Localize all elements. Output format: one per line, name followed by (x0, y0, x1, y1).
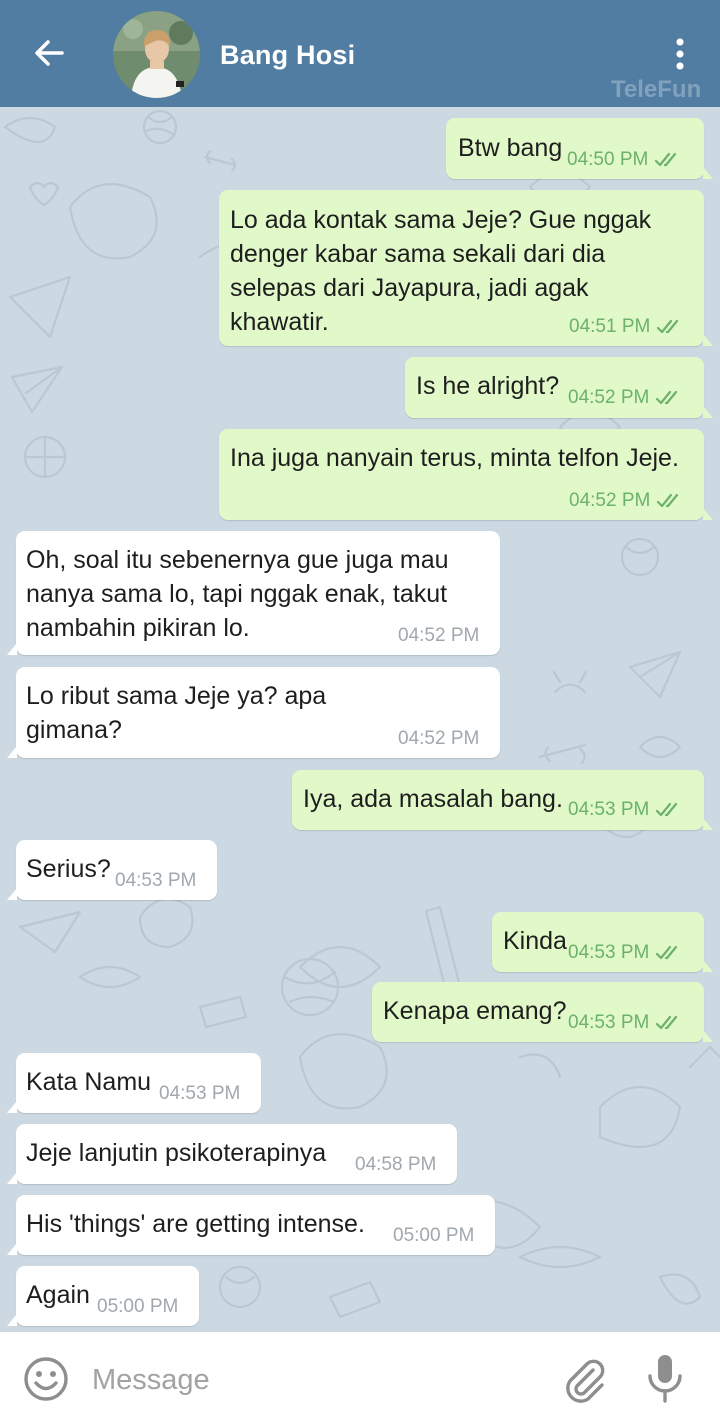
bubble-tail (7, 1101, 17, 1113)
bubble-tail (703, 818, 713, 830)
message-time: 04:51 PM (569, 310, 684, 344)
message-time: 04:52 PM (398, 625, 480, 646)
avatar-image (113, 11, 200, 98)
contact-name[interactable]: Bang Hosi (220, 40, 355, 71)
message-text: Btw bang (458, 134, 563, 162)
message-time: 04:58 PM (355, 1154, 437, 1175)
message-time: 04:52 PM (569, 484, 684, 518)
message-time: 04:52 PM (398, 728, 480, 749)
incoming-message[interactable]: Lo ribut sama Jeje ya? apa gimana? 04:52… (7, 667, 500, 758)
bubble-tail (703, 167, 713, 179)
more-menu-button[interactable] (664, 34, 696, 74)
message-time-text: 04:52 PM (569, 490, 651, 511)
double-check-icon (656, 945, 678, 960)
bubble-tail (703, 334, 713, 346)
microphone-button[interactable] (645, 1352, 685, 1404)
incoming-message[interactable]: His 'things' are getting intense. 05:00 … (7, 1195, 495, 1255)
bubble-tail (7, 888, 17, 900)
double-check-icon (657, 319, 679, 334)
double-check-icon (656, 1015, 678, 1030)
bubble-tail (703, 508, 713, 520)
bubble-tail (7, 1314, 17, 1326)
message-time: 04:53 PM (568, 793, 683, 827)
incoming-message[interactable]: Serius? 04:53 PM (7, 840, 217, 900)
message-input[interactable] (92, 1360, 532, 1400)
incoming-message[interactable]: Kata Namu 04:53 PM (7, 1053, 261, 1113)
outgoing-message[interactable]: Iya, ada masalah bang. 04:53 PM (292, 770, 713, 830)
message-text: His 'things' are getting intense. (26, 1210, 365, 1238)
message-text: Serius? (26, 855, 111, 883)
bubble-tail (7, 643, 17, 655)
attach-button[interactable] (560, 1354, 610, 1404)
bubble-tail (7, 746, 17, 758)
watermark: TeleFun (611, 76, 702, 103)
emoji-button[interactable] (21, 1354, 71, 1404)
message-time-text: 04:53 PM (568, 942, 650, 963)
message-text: Again (26, 1281, 90, 1309)
message-text: Kenapa emang? (383, 997, 567, 1025)
message-time-text: 04:50 PM (567, 149, 649, 170)
message-time: 04:52 PM (568, 381, 683, 415)
incoming-message[interactable]: Again 05:00 PM (7, 1266, 199, 1326)
message-text: Kinda (503, 927, 567, 955)
double-check-icon (655, 152, 677, 167)
message-time: 05:00 PM (97, 1296, 179, 1317)
message-time: 04:53 PM (159, 1083, 241, 1104)
emoji-icon (24, 1357, 68, 1401)
message-time-text: 04:52 PM (568, 387, 650, 408)
message-time: 04:50 PM (567, 143, 682, 177)
message-time: 04:53 PM (115, 870, 197, 891)
double-check-icon (656, 390, 678, 405)
incoming-message[interactable]: Jeje lanjutin psikoterapinya 04:58 PM (7, 1124, 457, 1184)
bubble-tail (7, 1172, 17, 1184)
arrow-left-icon (35, 40, 64, 66)
back-button[interactable] (26, 30, 72, 76)
message-time: 04:53 PM (568, 1006, 683, 1040)
bubble-tail (703, 406, 713, 418)
message-time-text: 04:51 PM (569, 316, 651, 337)
microphone-icon (648, 1355, 682, 1403)
message-text: Kata Namu (26, 1068, 152, 1096)
message-text: Iya, ada masalah bang. (303, 785, 563, 813)
double-check-icon (657, 493, 679, 508)
message-text: Is he alright? (416, 372, 560, 400)
message-time-text: 04:53 PM (568, 1012, 650, 1033)
more-vertical-icon (676, 38, 684, 70)
bubble-tail (7, 1243, 17, 1255)
avatar[interactable] (113, 11, 200, 98)
message-time: 04:53 PM (568, 936, 683, 970)
outgoing-message[interactable]: Kenapa emang? 04:53 PM (372, 982, 713, 1042)
incoming-message[interactable]: Oh, soal itu sebenernya gue juga mau nan… (7, 531, 500, 655)
outgoing-message[interactable]: Lo ada kontak sama Jeje? Gue nggak denge… (219, 190, 713, 346)
paperclip-icon (566, 1359, 605, 1403)
bubble-tail (703, 960, 713, 972)
message-time: 05:00 PM (393, 1225, 475, 1246)
outgoing-message[interactable]: Is he alright? 04:52 PM (405, 357, 713, 418)
outgoing-message[interactable]: Btw bang 04:50 PM (446, 118, 713, 179)
message-text: Jeje lanjutin psikoterapinya (26, 1139, 327, 1167)
outgoing-message[interactable]: Ina juga nanyain terus, minta telfon Jej… (219, 429, 713, 520)
message-text: Lo ribut sama Jeje ya? apa gimana? (26, 682, 327, 744)
double-check-icon (656, 802, 678, 817)
bubble-tail (703, 1030, 713, 1042)
message-time-text: 04:53 PM (568, 799, 650, 820)
chat-header: Bang Hosi TeleFun (0, 0, 720, 107)
outgoing-message[interactable]: Kinda 04:53 PM (492, 912, 713, 972)
message-text: Ina juga nanyain terus, minta telfon Jej… (230, 444, 679, 472)
